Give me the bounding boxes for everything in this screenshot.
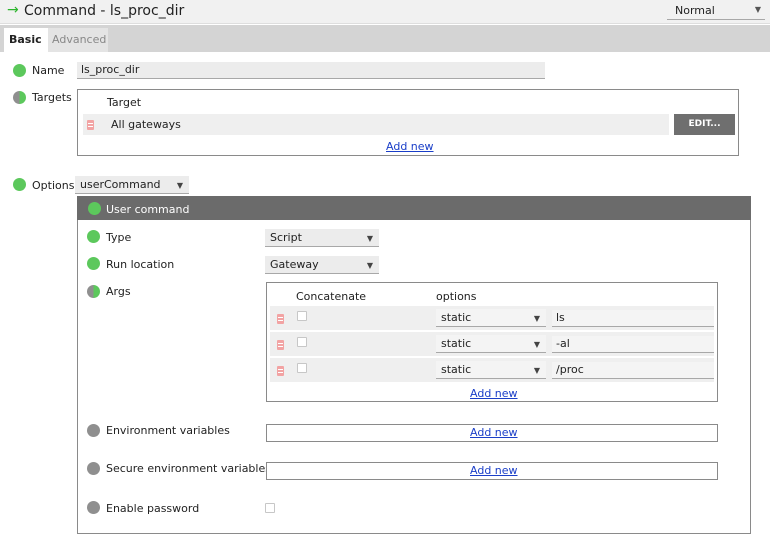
concatenate-checkbox[interactable]	[297, 337, 307, 347]
trash-icon[interactable]	[87, 120, 94, 130]
name-label: Name	[32, 64, 65, 77]
arg-value-input[interactable]: ls	[552, 310, 714, 327]
arg-value-input[interactable]: -al	[552, 336, 714, 353]
arg-option-value: static	[441, 311, 472, 324]
trash-icon[interactable]	[277, 314, 284, 324]
arg-option-value: static	[441, 363, 472, 376]
options-select-value: userCommand	[80, 178, 161, 191]
arg-value-input[interactable]: /proc	[552, 362, 714, 379]
targets-column-header: Target	[107, 96, 142, 109]
type-label: Type	[106, 231, 132, 244]
run-location-label: Run location	[106, 258, 175, 271]
page-title: Command - ls_proc_dir	[24, 3, 185, 19]
type-select-value: Script	[270, 231, 302, 244]
status-dot-icon	[88, 202, 101, 215]
enable-password-label: Enable password	[106, 502, 200, 515]
status-dot-icon	[87, 462, 100, 475]
run-location-select[interactable]: Gateway ▼	[265, 256, 379, 274]
arg-option-select[interactable]: static ▼	[436, 335, 546, 353]
status-dot-icon	[87, 257, 100, 270]
name-input[interactable]: ls_proc_dir	[77, 62, 545, 79]
enable-password-checkbox[interactable]	[265, 503, 275, 513]
trash-icon[interactable]	[277, 340, 284, 350]
chevron-down-icon: ▼	[533, 366, 540, 375]
trash-icon[interactable]	[277, 366, 284, 376]
env-add-new-link[interactable]: Add new	[470, 426, 518, 439]
status-dot-icon	[87, 424, 100, 437]
args-label: Args	[106, 285, 131, 298]
options-label: Options	[32, 179, 75, 192]
run-location-select-value: Gateway	[270, 258, 319, 271]
status-dot-icon	[13, 91, 26, 104]
mode-select[interactable]: Normal ▼	[667, 4, 765, 20]
status-dot-icon	[13, 178, 26, 191]
status-dot-icon	[87, 230, 100, 243]
chevron-down-icon: ▼	[366, 234, 373, 243]
target-value: All gateways	[111, 118, 181, 131]
chevron-down-icon: ▼	[176, 181, 183, 190]
args-add-new-link[interactable]: Add new	[470, 387, 518, 400]
tab-advanced[interactable]: Advanced	[48, 28, 108, 52]
status-dot-icon	[87, 501, 100, 514]
type-select[interactable]: Script ▼	[265, 229, 379, 247]
edit-target-button[interactable]: EDIT...	[674, 114, 735, 135]
secure-env-add-new-link[interactable]: Add new	[470, 464, 518, 477]
mode-select-value: Normal	[675, 4, 715, 17]
chevron-down-icon: ▼	[533, 314, 540, 323]
arrow-right-icon: →	[7, 2, 19, 18]
status-dot-icon	[13, 64, 26, 77]
options-select[interactable]: userCommand ▼	[75, 176, 189, 194]
edit-target-button-label: EDIT...	[688, 119, 721, 129]
user-command-panel-title: User command	[106, 203, 190, 216]
concatenate-checkbox[interactable]	[297, 363, 307, 373]
chevron-down-icon: ▼	[366, 261, 373, 270]
status-dot-icon	[87, 285, 100, 298]
arg-option-value: static	[441, 337, 472, 350]
arg-option-select[interactable]: static ▼	[436, 361, 546, 379]
targets-add-new-link[interactable]: Add new	[386, 140, 434, 153]
targets-label: Targets	[32, 91, 72, 104]
concatenate-checkbox[interactable]	[297, 311, 307, 321]
tab-basic-label: Basic	[9, 33, 42, 46]
arg-option-select[interactable]: static ▼	[436, 309, 546, 327]
secure-env-label: Secure environment variables	[106, 462, 271, 475]
tab-basic[interactable]: Basic	[4, 28, 48, 52]
chevron-down-icon: ▼	[754, 5, 761, 14]
chevron-down-icon: ▼	[533, 340, 540, 349]
args-column-options: options	[436, 290, 477, 303]
tab-strip	[0, 25, 770, 52]
args-column-concatenate: Concatenate	[296, 290, 367, 303]
env-label: Environment variables	[106, 424, 230, 437]
tab-advanced-label: Advanced	[52, 33, 107, 46]
